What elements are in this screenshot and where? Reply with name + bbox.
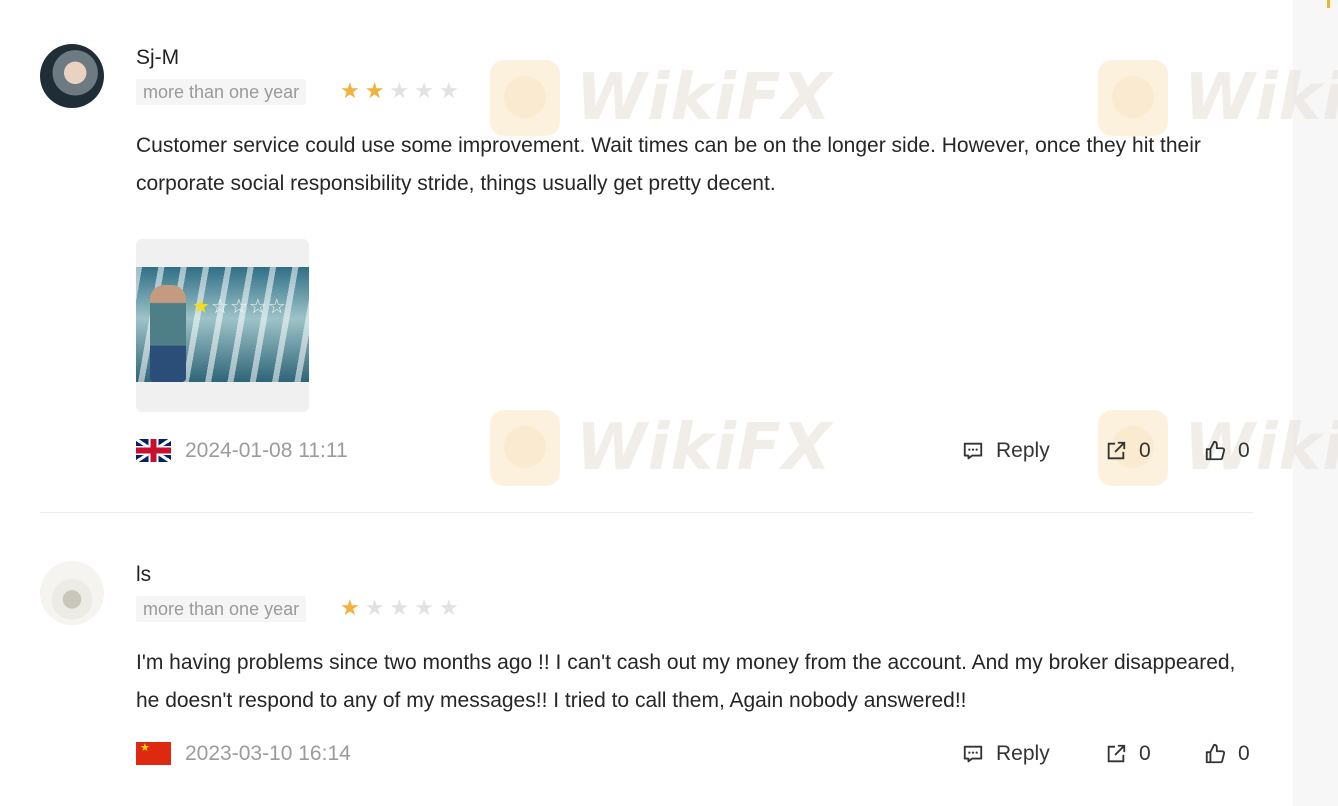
star-icon: ★ — [414, 78, 434, 103]
star-rating: ★ ★ ★ ★ ★ — [340, 597, 459, 619]
comment-icon — [963, 442, 983, 460]
share-icon — [1107, 744, 1126, 763]
review-date: 2023-03-10 16:14 — [185, 742, 351, 765]
star-icon: ★ — [340, 78, 360, 103]
review-date: 2024-01-08 11:11 — [185, 439, 348, 462]
reply-label: Reply — [996, 439, 1050, 462]
star-icon: ★ — [438, 595, 459, 620]
star-icon: ★ — [389, 595, 410, 620]
thumbs-up-icon — [1205, 440, 1226, 461]
thumbs-up-icon — [1205, 743, 1226, 764]
star-icon: ★ — [389, 78, 410, 103]
review-text: Customer service could use some improvem… — [136, 134, 1201, 195]
share-count: 0 — [1139, 439, 1151, 462]
reply-button[interactable]: Reply — [962, 436, 1050, 466]
share-count: 0 — [1139, 742, 1151, 765]
time-badge: more than one year — [136, 79, 307, 105]
star-icon: ★ — [364, 78, 385, 103]
review-text: I'm having problems since two months ago… — [136, 651, 1236, 712]
image-stars: ★ ☆ ☆ ☆ ☆ — [192, 296, 286, 318]
reply-button[interactable]: Reply — [962, 739, 1050, 769]
review-image[interactable]: ★ ☆ ☆ ☆ ☆ — [136, 239, 309, 412]
star-icon: ★ — [364, 595, 385, 620]
like-button[interactable]: 0 — [1204, 436, 1250, 466]
review-image-thumbnail[interactable]: ★ ☆ ☆ ☆ ☆ — [136, 267, 309, 382]
person-figure — [150, 285, 186, 382]
like-count: 0 — [1238, 742, 1250, 765]
review-meta: 2024-01-08 11:11 Reply 0 0 — [0, 436, 1293, 466]
china-flag-icon — [136, 742, 171, 765]
share-icon — [1107, 441, 1126, 460]
reply-label: Reply — [996, 742, 1050, 765]
review-username[interactable]: ls — [136, 563, 151, 587]
star-rating: ★ ★ ★ ★ ★ — [340, 80, 459, 102]
wikifx-logo-icon — [490, 60, 560, 136]
star-icon: ★ — [414, 595, 434, 620]
review-username[interactable]: Sj-M — [136, 46, 179, 70]
like-button[interactable]: 0 — [1204, 739, 1250, 769]
wikifx-logo-icon — [1098, 60, 1168, 136]
watermark: WikiFX — [490, 60, 832, 136]
review-divider — [40, 512, 1253, 513]
uk-flag-icon — [136, 439, 171, 462]
right-panel-edge — [1293, 0, 1338, 806]
star-icon: ★ — [438, 78, 459, 103]
share-button[interactable]: 0 — [1105, 739, 1151, 769]
avatar[interactable] — [40, 44, 104, 108]
star-icon: ★ — [340, 595, 360, 620]
share-button[interactable]: 0 — [1105, 436, 1151, 466]
time-badge: more than one year — [136, 596, 307, 622]
like-count: 0 — [1238, 439, 1250, 462]
avatar[interactable] — [40, 561, 104, 625]
review-meta: 2023-03-10 16:14 Reply 0 0 — [0, 739, 1293, 769]
comment-icon — [963, 745, 983, 763]
